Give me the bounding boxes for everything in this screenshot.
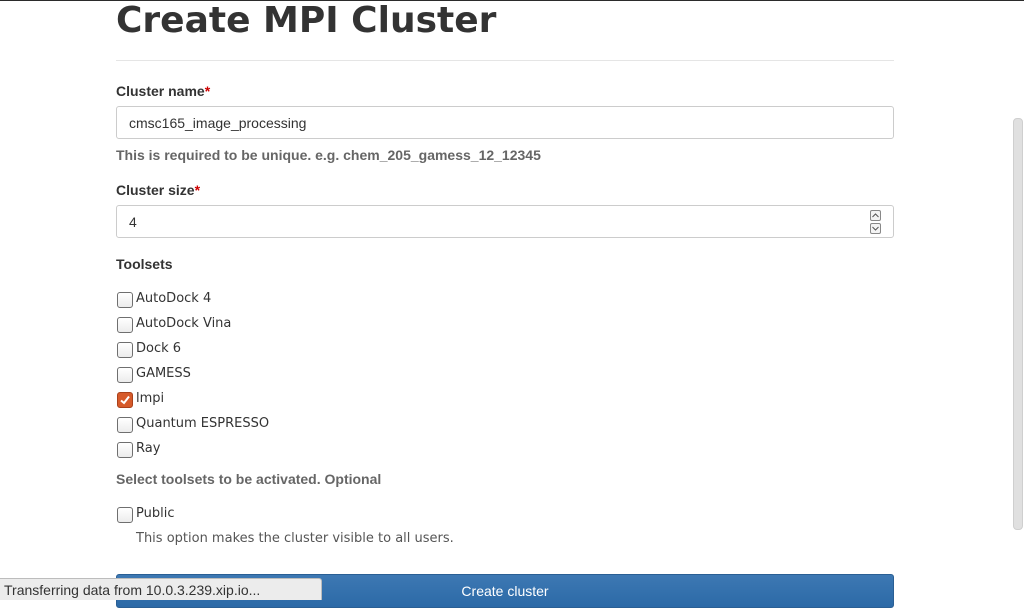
cluster-name-help: This is required to be unique. e.g. chem… [116, 147, 541, 163]
stepper-up-button[interactable] [870, 210, 881, 221]
cluster-name-label: Cluster name* [116, 82, 210, 100]
toolset-label: GAMESS [136, 366, 191, 381]
cluster-name-input[interactable]: cmsc165_image_processing [116, 106, 894, 139]
toolset-checkbox[interactable] [117, 367, 133, 383]
browser-status-bar: Transferring data from 10.0.3.239.xip.io… [0, 578, 322, 600]
toolset-label: AutoDock 4 [136, 291, 212, 306]
cluster-size-input[interactable]: 4 [116, 205, 894, 238]
required-mark: * [194, 182, 201, 198]
toolsets-help: Select toolsets to be activated. Optiona… [116, 471, 382, 487]
chevron-down-icon [872, 226, 879, 231]
page-title: Create MPI Cluster [116, 0, 497, 41]
toolset-label: Quantum ESPRESSO [136, 416, 270, 431]
cluster-size-label: Cluster size* [116, 181, 200, 199]
toolset-checkbox[interactable] [117, 392, 133, 408]
cluster-size-stepper[interactable] [870, 210, 881, 234]
public-label: Public [136, 506, 175, 521]
cluster-name-value: cmsc165_image_processing [129, 115, 307, 131]
toolsets-label: Toolsets [116, 256, 173, 272]
toolset-checkbox[interactable] [117, 317, 133, 333]
required-mark: * [204, 83, 211, 99]
chevron-up-icon [872, 213, 879, 218]
toolset-checkbox[interactable] [117, 442, 133, 458]
title-divider [116, 60, 894, 61]
stepper-down-button[interactable] [870, 223, 881, 234]
page-scrollbar[interactable] [1013, 118, 1023, 530]
toolset-checkbox[interactable] [117, 417, 133, 433]
page: Create MPI Cluster Cluster name* cmsc165… [0, 0, 1024, 608]
toolset-label: Ray [136, 441, 161, 456]
cluster-size-label-text: Cluster size [116, 182, 195, 198]
toolset-checkbox[interactable] [117, 342, 133, 358]
cluster-size-value: 4 [129, 214, 137, 230]
toolset-label: Dock 6 [136, 341, 182, 356]
public-checkbox[interactable] [117, 507, 133, 523]
toolset-label: AutoDock Vina [136, 316, 232, 331]
checkmark-icon [120, 395, 130, 405]
toolset-checkbox[interactable] [117, 292, 133, 308]
public-help: This option makes the cluster visible to… [136, 531, 454, 546]
toolset-label: lmpi [136, 391, 165, 406]
cluster-name-label-text: Cluster name [116, 83, 205, 99]
